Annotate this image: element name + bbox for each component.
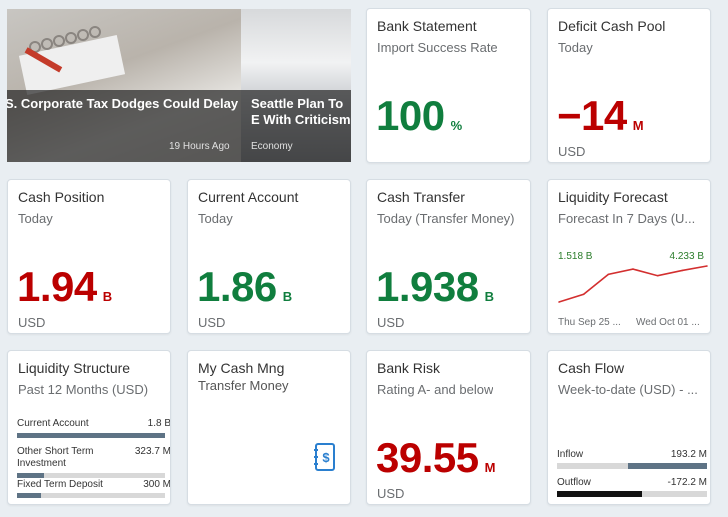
tile-subtitle: Forecast In 7 Days (U... bbox=[558, 211, 696, 226]
forecast-point-6 bbox=[706, 265, 708, 267]
structure-row-current-account: Current Account 1.8 B bbox=[17, 418, 171, 440]
structure-bar-fill bbox=[17, 433, 165, 438]
forecast-point-0 bbox=[558, 301, 560, 303]
tile-title: Bank Statement bbox=[377, 18, 477, 34]
kpi-scale: M bbox=[632, 118, 644, 133]
tile-subtitle: Import Success Rate bbox=[377, 40, 498, 55]
cash-transfer-tile[interactable]: Cash Transfer Today (Transfer Money) 1.9… bbox=[366, 179, 531, 334]
forecast-point-1 bbox=[582, 293, 585, 296]
dollar-document-icon: $ bbox=[314, 443, 335, 471]
structure-row-value: 300 M bbox=[143, 479, 171, 490]
forecast-point-3 bbox=[632, 268, 634, 270]
kpi-unit: USD bbox=[377, 315, 405, 330]
structure-bar bbox=[17, 433, 165, 438]
deficit-cash-pool-tile[interactable]: Deficit Cash Pool Today −14 M USD bbox=[547, 8, 711, 163]
forecast-point-5 bbox=[681, 269, 684, 272]
tile-title: My Cash Mng bbox=[198, 360, 285, 376]
tile-title: Cash Flow bbox=[558, 360, 625, 376]
cash-flow-outflow: Outflow -172.2 M bbox=[557, 477, 707, 499]
kpi-scale: B bbox=[282, 289, 292, 304]
tile-title: Cash Position bbox=[18, 189, 105, 205]
kpi-value: 1.94 B bbox=[17, 263, 112, 310]
forecast-point-2 bbox=[607, 273, 610, 276]
bank-statement-tile[interactable]: Bank Statement Import Success Rate 100% bbox=[366, 8, 531, 163]
tile-subtitle: Today bbox=[198, 211, 233, 226]
tile-subtitle: Week-to-date (USD) - ... bbox=[558, 382, 698, 397]
kpi-unit: USD bbox=[198, 315, 226, 330]
cash-flow-tile[interactable]: Cash Flow Week-to-date (USD) - ... Inflo… bbox=[547, 350, 711, 505]
my-cash-mng-tile[interactable]: My Cash Mng Transfer Money $ bbox=[187, 350, 351, 505]
current-account-tile[interactable]: Current Account Today 1.86 B USD bbox=[187, 179, 351, 334]
outflow-bar bbox=[557, 491, 707, 497]
outflow-bar-fill bbox=[557, 491, 642, 497]
kpi-value: 1.86 B bbox=[197, 263, 292, 310]
structure-bar-fill bbox=[17, 493, 41, 498]
news-overlay: Seattle Plan To E With Criticism Economy bbox=[241, 90, 351, 162]
kpi-value: −14 M bbox=[557, 92, 644, 139]
kpi-scale: % bbox=[450, 118, 463, 133]
forecast-series-line bbox=[558, 265, 708, 303]
notebook-spiral-image bbox=[18, 26, 126, 95]
news-tile-1[interactable]: S. Corporate Tax Dodges Could Delay 19 H… bbox=[7, 9, 241, 162]
kpi-unit: USD bbox=[18, 315, 46, 330]
tile-title: Cash Transfer bbox=[377, 189, 465, 205]
tile-subtitle: Today bbox=[18, 211, 53, 226]
svg-text:$: $ bbox=[322, 450, 330, 465]
bank-risk-tile[interactable]: Bank Risk Rating A- and below 39.55 M USD bbox=[366, 350, 531, 505]
news-time: 19 Hours Ago bbox=[169, 141, 230, 152]
forecast-point-4 bbox=[656, 274, 659, 277]
kpi-scale: B bbox=[102, 289, 112, 304]
structure-row-value: 1.8 B bbox=[147, 418, 171, 429]
tile-subtitle: Past 12 Months (USD) bbox=[18, 382, 149, 397]
tile-subtitle: Rating A- and below bbox=[377, 382, 494, 397]
forecast-x-end: Wed Oct 01 ... bbox=[636, 317, 700, 328]
kpi-value: 1.938 B bbox=[376, 263, 494, 310]
outflow-value: -172.2 M bbox=[667, 477, 707, 488]
kpi-unit: USD bbox=[377, 486, 405, 501]
inflow-bar-fill bbox=[627, 463, 707, 469]
inflow-value: 193.2 M bbox=[670, 449, 707, 460]
structure-bar bbox=[17, 493, 165, 498]
news-tile-2[interactable]: Seattle Plan To E With Criticism Economy bbox=[241, 9, 351, 162]
tile-title: Deficit Cash Pool bbox=[558, 18, 666, 34]
kpi-unit: USD bbox=[558, 144, 586, 159]
news-headline: Seattle Plan To E With Criticism bbox=[251, 96, 351, 127]
cash-position-tile[interactable]: Cash Position Today 1.94 B USD bbox=[7, 179, 171, 334]
news-category: Economy bbox=[251, 141, 293, 152]
tile-title: Current Account bbox=[198, 189, 299, 205]
structure-row-label: Other Short Term Investment bbox=[17, 446, 94, 469]
tile-title: Liquidity Structure bbox=[18, 360, 131, 376]
inflow-bar bbox=[557, 463, 707, 469]
structure-row-fixed-deposit: Fixed Term Deposit 300 M bbox=[17, 479, 171, 501]
kpi-value: 100% bbox=[376, 92, 463, 139]
kpi-scale: M bbox=[484, 460, 496, 475]
tile-subtitle: Transfer Money bbox=[198, 378, 289, 393]
news-headline: S. Corporate Tax Dodges Could Delay bbox=[7, 96, 239, 111]
structure-bar-fill bbox=[17, 473, 44, 478]
structure-bar bbox=[17, 473, 165, 478]
tile-title: Liquidity Forecast bbox=[558, 189, 668, 205]
tile-subtitle: Today (Transfer Money) bbox=[377, 211, 515, 226]
structure-row-other-investment: Other Short Term Investment 323.7 M bbox=[17, 446, 171, 478]
forecast-x-start: Thu Sep 25 ... bbox=[558, 317, 621, 328]
news-overlay: S. Corporate Tax Dodges Could Delay 19 H… bbox=[7, 90, 241, 162]
tile-subtitle: Today bbox=[558, 40, 593, 55]
liquidity-forecast-tile[interactable]: Liquidity Forecast Forecast In 7 Days (U… bbox=[547, 179, 711, 334]
liquidity-structure-tile[interactable]: Liquidity Structure Past 12 Months (USD)… bbox=[7, 350, 171, 505]
cash-flow-inflow: Inflow 193.2 M bbox=[557, 449, 707, 471]
kpi-value: 39.55 M bbox=[376, 434, 496, 481]
tile-title: Bank Risk bbox=[377, 360, 441, 376]
kpi-scale: B bbox=[484, 289, 494, 304]
forecast-line-chart bbox=[558, 265, 708, 303]
structure-row-value: 323.7 M bbox=[134, 446, 171, 457]
